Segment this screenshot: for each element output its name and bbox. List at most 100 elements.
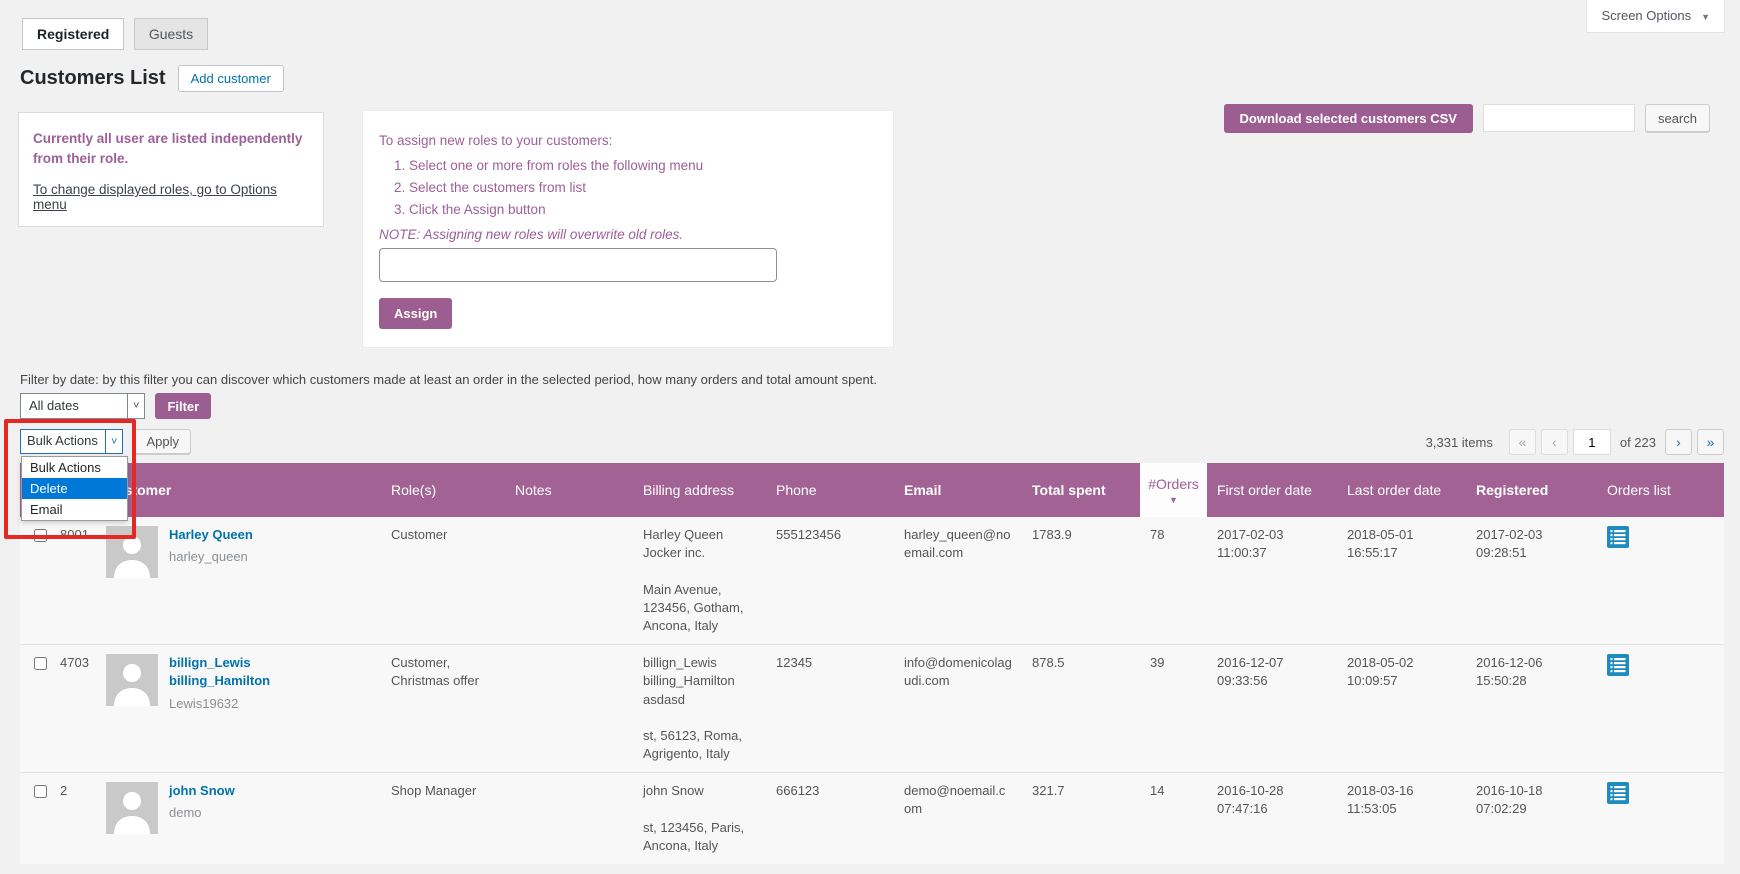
- options-menu-link[interactable]: To change displayed roles, go to Options…: [33, 182, 309, 212]
- column-header-orders[interactable]: #Orders ▼: [1140, 463, 1207, 517]
- row-select-cell: [20, 773, 50, 864]
- column-header-registered[interactable]: Registered: [1466, 463, 1597, 517]
- column-header-email[interactable]: Email: [894, 463, 1022, 517]
- customer-name-link[interactable]: billign_Lewis billing_Hamilton: [169, 654, 319, 690]
- row-checkbox[interactable]: [34, 529, 47, 542]
- column-header-billing-address[interactable]: Billing address: [633, 463, 766, 517]
- sort-desc-icon[interactable]: ▼: [1144, 495, 1203, 505]
- bulk-actions-wrap: Bulk Actions ˅ Bulk ActionsDeleteEmail: [20, 429, 123, 454]
- orders-list-icon[interactable]: [1607, 654, 1629, 676]
- cell-registered: 2016-12-06 15:50:28: [1466, 645, 1597, 773]
- cell-total-spent: 1783.9: [1022, 517, 1140, 645]
- column-header-label: Orders list: [1607, 482, 1671, 498]
- row-checkbox[interactable]: [34, 657, 47, 670]
- cell-total-spent: 878.5: [1022, 645, 1140, 773]
- customer-row: 4703billign_Lewis billing_HamiltonLewis1…: [20, 645, 1724, 773]
- column-header-label: Email: [904, 482, 941, 498]
- column-header-last-order-date[interactable]: Last order date: [1337, 463, 1466, 517]
- customer-username: harley_queen: [169, 548, 253, 566]
- column-header-label: Notes: [515, 482, 552, 498]
- title-row: Customers List Add customer: [20, 65, 1740, 92]
- column-header-label: Registered: [1476, 482, 1548, 498]
- row-checkbox[interactable]: [34, 785, 47, 798]
- search-input[interactable]: [1483, 104, 1635, 132]
- column-header-phone[interactable]: Phone: [766, 463, 894, 517]
- apply-button[interactable]: Apply: [134, 429, 191, 454]
- column-header-notes[interactable]: Notes: [505, 463, 633, 517]
- cell-customer: billign_Lewis billing_HamiltonLewis19632: [96, 645, 381, 773]
- cell-billing-address: billign_Lewis billing_Hamilton asdasd st…: [633, 645, 766, 773]
- screen-options-label: Screen Options: [1601, 8, 1691, 23]
- cell-first-order-date: 2016-12-07 09:33:56: [1207, 645, 1337, 773]
- add-customer-button[interactable]: Add customer: [178, 65, 284, 92]
- cell-first-order-date: 2017-02-03 11:00:37: [1207, 517, 1337, 645]
- assign-step: Click the Assign button: [409, 202, 877, 217]
- orders-list-icon[interactable]: [1607, 526, 1629, 548]
- customers-admin-page: Screen Options ▼ Registered Guests Custom…: [0, 0, 1740, 874]
- cell-roles: Shop Manager: [381, 773, 505, 864]
- page-title: Customers List: [20, 67, 166, 90]
- chevron-down-icon: ˅: [105, 430, 122, 453]
- tab-registered[interactable]: Registered: [22, 18, 124, 50]
- tab-guests[interactable]: Guests: [134, 18, 208, 50]
- assign-button[interactable]: Assign: [379, 298, 452, 329]
- cell-email: demo@noemail.com: [894, 773, 1022, 864]
- column-header-label: First order date: [1217, 482, 1312, 498]
- customer-name-link[interactable]: john Snow: [169, 782, 235, 800]
- cell-orders-count: 14: [1140, 773, 1207, 864]
- bulk-actions-select[interactable]: Bulk Actions ˅: [20, 429, 123, 454]
- cell-orders-count: 78: [1140, 517, 1207, 645]
- column-header-first-order-date[interactable]: First order date: [1207, 463, 1337, 517]
- orders-list-icon[interactable]: [1607, 782, 1629, 804]
- column-header-role-s[interactable]: Role(s): [381, 463, 505, 517]
- chevron-down-icon: ▼: [1701, 12, 1710, 22]
- roles-select-input[interactable]: [379, 248, 777, 282]
- table-header-row: Customer Role(s) Notes Billing address Phone…: [20, 463, 1724, 517]
- next-page-button[interactable]: ›: [1665, 429, 1692, 455]
- cell-registered: 2017-02-03 09:28:51: [1466, 517, 1597, 645]
- last-page-button[interactable]: »: [1697, 429, 1724, 455]
- cell-registered: 2016-10-18 07:02:29: [1466, 773, 1597, 864]
- screen-options-button[interactable]: Screen Options ▼: [1586, 0, 1725, 33]
- date-filter-select[interactable]: All dates ˅: [20, 393, 145, 419]
- customer-row: 8001Harley Queenharley_queenCustomerHarl…: [20, 517, 1724, 645]
- assign-steps-list: Select one or more from roles the follow…: [409, 158, 877, 217]
- filter-button[interactable]: Filter: [155, 393, 211, 419]
- chevron-down-icon: ˅: [127, 394, 144, 418]
- column-header-label: #Orders: [1148, 476, 1199, 492]
- column-header-orders-list[interactable]: Orders list: [1597, 463, 1724, 517]
- assign-step: Select one or more from roles the follow…: [409, 158, 877, 173]
- customer-name-link[interactable]: Harley Queen: [169, 526, 253, 544]
- assign-intro-text: To assign new roles to your customers:: [379, 133, 877, 148]
- cell-phone: 666123: [766, 773, 894, 864]
- row-select-cell: [20, 645, 50, 773]
- cell-phone: 12345: [766, 645, 894, 773]
- cell-notes: [505, 773, 633, 864]
- column-header-label: Role(s): [391, 482, 436, 498]
- column-header-customer[interactable]: Customer: [96, 463, 381, 517]
- prev-page-button[interactable]: ‹: [1541, 429, 1568, 455]
- cell-notes: [505, 517, 633, 645]
- current-page-input[interactable]: [1573, 429, 1611, 455]
- cell-first-order-date: 2016-10-28 07:47:16: [1207, 773, 1337, 864]
- avatar: [106, 654, 158, 706]
- bulk-actions-value: Bulk Actions: [21, 430, 105, 453]
- cell-email: info@domenicolagudi.com: [894, 645, 1022, 773]
- roles-info-text: Currently all user are listed independen…: [33, 129, 309, 168]
- cell-customer: Harley Queen harley_queen: [96, 517, 381, 645]
- roles-info-box: Currently all user are listed independen…: [18, 112, 324, 227]
- assign-step: Select the customers from list: [409, 180, 877, 195]
- tab-bar: Registered Guests: [0, 0, 1740, 50]
- column-header-label: Last order date: [1347, 482, 1441, 498]
- cell-orders-list: [1597, 773, 1724, 864]
- download-csv-button[interactable]: Download selected customers CSV: [1224, 104, 1473, 133]
- dropdown-option-email[interactable]: Email: [22, 499, 127, 520]
- top-panels: Currently all user are listed independen…: [0, 110, 1740, 360]
- first-page-button[interactable]: «: [1509, 429, 1536, 455]
- column-header-label: Phone: [776, 482, 816, 498]
- dropdown-option-bulk-actions[interactable]: Bulk Actions: [22, 457, 127, 478]
- search-button[interactable]: search: [1645, 104, 1710, 132]
- cell-billing-address: john Snow st, 123456, Paris, Ancona, Ita…: [633, 773, 766, 864]
- column-header-total-spent[interactable]: Total spent: [1022, 463, 1140, 517]
- dropdown-option-delete[interactable]: Delete: [22, 478, 127, 499]
